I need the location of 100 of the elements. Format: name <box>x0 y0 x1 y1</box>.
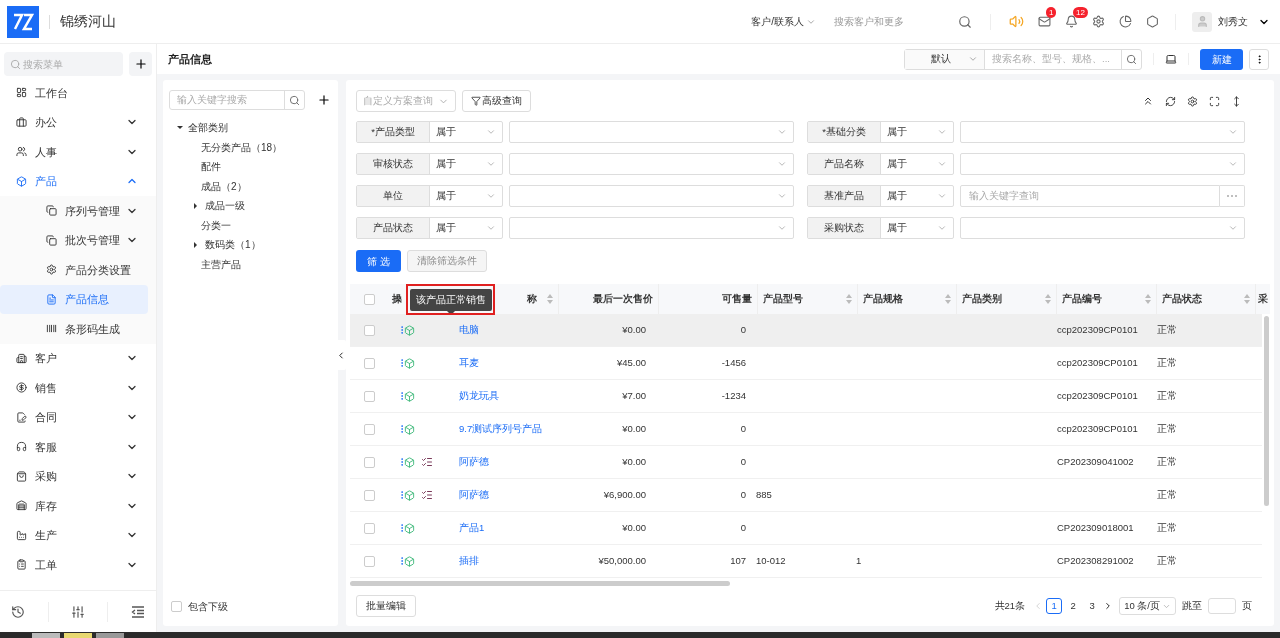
sidebar-item[interactable]: 产品 <box>0 166 156 196</box>
sort-icon[interactable] <box>1045 294 1052 304</box>
hexagon-icon[interactable] <box>1146 15 1159 28</box>
sidebar-item[interactable]: 条形码生成 <box>0 314 156 344</box>
count-badge: 1 <box>1046 7 1057 18</box>
sidebar-item[interactable]: 采购 <box>0 461 156 491</box>
page-title: 产品信息 <box>168 51 212 67</box>
table-cell-text: 885 <box>756 487 772 502</box>
history-icon[interactable] <box>11 604 26 619</box>
tree-node[interactable]: 无分类产品（18） <box>169 137 332 157</box>
value-select[interactable] <box>960 121 1245 143</box>
checkbox[interactable] <box>364 357 375 369</box>
advanced-search-button[interactable]: 高级查询 <box>462 90 531 112</box>
collapse-icon[interactable] <box>1142 95 1154 107</box>
new-button[interactable]: 新建 <box>1200 48 1243 70</box>
fullscreen-icon[interactable] <box>1209 95 1220 107</box>
pie-chart-icon[interactable] <box>1119 15 1132 28</box>
table-row[interactable]: 电脑 ¥0.00 0 ccp202309CP0101 正常 <box>350 314 1262 347</box>
table-cell-text: 0 <box>740 421 746 436</box>
product-link[interactable]: 耳麦 <box>459 355 479 371</box>
product-link[interactable]: 9.7测试序列号产品 <box>459 421 543 437</box>
refresh-icon[interactable] <box>1165 95 1176 107</box>
checkbox[interactable] <box>364 555 375 567</box>
tree-node[interactable]: 全部类别 <box>169 118 332 138</box>
value-select[interactable] <box>960 153 1245 175</box>
sidebar-item[interactable]: 办公 <box>0 107 156 137</box>
search-scope-select[interactable]: 客户/联系人 <box>751 14 816 29</box>
tree-node[interactable]: 数码类（1） <box>169 235 332 255</box>
product-link[interactable]: 电脑 <box>459 322 479 338</box>
column-header: 产品状态 <box>1161 291 1202 306</box>
sort-icon[interactable] <box>845 294 852 304</box>
sidebar-item[interactable]: 批次号管理 <box>0 225 156 255</box>
sidebar-item[interactable]: 生产 <box>0 520 156 550</box>
checkbox[interactable] <box>364 423 375 435</box>
search-icon[interactable] <box>958 14 972 29</box>
mail-icon[interactable] <box>1038 15 1051 28</box>
sidebar-item[interactable]: 客户 <box>0 343 156 373</box>
value-select[interactable] <box>509 121 794 143</box>
product-link[interactable]: 产品1 <box>459 520 485 536</box>
page-button[interactable]: 2 <box>1065 598 1082 614</box>
taskbar-button[interactable] <box>64 633 92 638</box>
tree-node[interactable]: 主营产品 <box>169 254 332 274</box>
sort-icon[interactable] <box>546 294 553 304</box>
sort-icon[interactable] <box>1144 294 1151 304</box>
sidebar-item[interactable]: 工单 <box>0 550 156 580</box>
value-select[interactable] <box>509 153 794 175</box>
speaker-icon[interactable] <box>1009 14 1024 29</box>
checkbox[interactable] <box>171 601 182 613</box>
sidebar-item[interactable]: 产品信息 <box>0 284 148 314</box>
add-category-icon[interactable] <box>317 93 331 107</box>
product-link[interactable]: 阿萨德 <box>459 454 489 470</box>
sort-icon[interactable] <box>945 294 951 304</box>
user-name[interactable]: 刘秀文 <box>1218 14 1248 29</box>
taskbar-button[interactable] <box>96 633 124 638</box>
batch-edit-button[interactable]: 批量编辑 <box>356 595 416 617</box>
settings-icon[interactable] <box>1187 95 1198 107</box>
sidebar-item[interactable]: 工作台 <box>0 78 156 108</box>
settings-icon <box>46 264 57 276</box>
value-select[interactable] <box>960 217 1245 239</box>
product-link[interactable]: 插排 <box>459 553 479 569</box>
checkbox[interactable] <box>364 456 375 468</box>
add-button[interactable] <box>129 52 152 76</box>
tree-node[interactable]: 成品一级 <box>169 196 332 216</box>
tree-node[interactable]: 配件 <box>169 157 332 177</box>
tree-node[interactable]: 成品（2） <box>169 176 332 196</box>
sidebar-item[interactable]: 销售 <box>0 373 156 403</box>
avatar[interactable] <box>1192 11 1212 32</box>
more-button[interactable] <box>1249 48 1269 70</box>
sidebar-item[interactable]: 合同 <box>0 402 156 432</box>
filter-button[interactable]: 筛 选 <box>356 250 401 272</box>
laptop-icon[interactable] <box>1165 53 1177 65</box>
sidebar-item[interactable]: 产品分类设置 <box>0 255 156 285</box>
sidebar-item[interactable]: 客服 <box>0 432 156 462</box>
sliders-icon[interactable] <box>70 604 85 619</box>
sort-icon[interactable] <box>1244 294 1251 304</box>
taskbar-button[interactable] <box>32 633 60 638</box>
more-button[interactable] <box>1220 185 1245 207</box>
settings-icon[interactable] <box>1092 15 1105 28</box>
product-link[interactable]: 阿萨德 <box>459 487 489 503</box>
sidebar-item[interactable]: 序列号管理 <box>0 196 156 226</box>
checkbox[interactable] <box>363 293 375 305</box>
bell-icon[interactable] <box>1065 15 1078 28</box>
page-button[interactable]: 1 <box>1046 598 1063 614</box>
page-input[interactable] <box>1208 598 1236 614</box>
sidebar-item[interactable]: 库存 <box>0 491 156 521</box>
checkbox[interactable] <box>364 390 375 402</box>
checkbox[interactable] <box>364 324 375 336</box>
value-select[interactable] <box>509 217 794 239</box>
checkbox[interactable] <box>364 522 375 534</box>
row-height-icon[interactable] <box>1231 95 1242 107</box>
product-link[interactable]: 奶龙玩具 <box>459 388 499 404</box>
headset-icon <box>16 441 27 453</box>
table-cell-text: ccp202309CP0101 <box>1057 388 1138 403</box>
page-button[interactable]: 3 <box>1084 598 1101 614</box>
value-select[interactable] <box>509 185 794 207</box>
sidebar-item[interactable]: 人事 <box>0 137 156 167</box>
checkbox[interactable] <box>364 489 375 501</box>
tree-node[interactable]: 分类一 <box>169 215 332 235</box>
collapse-menu-icon[interactable] <box>130 605 145 618</box>
page-size-select[interactable]: 10 条/页 <box>1119 597 1176 615</box>
